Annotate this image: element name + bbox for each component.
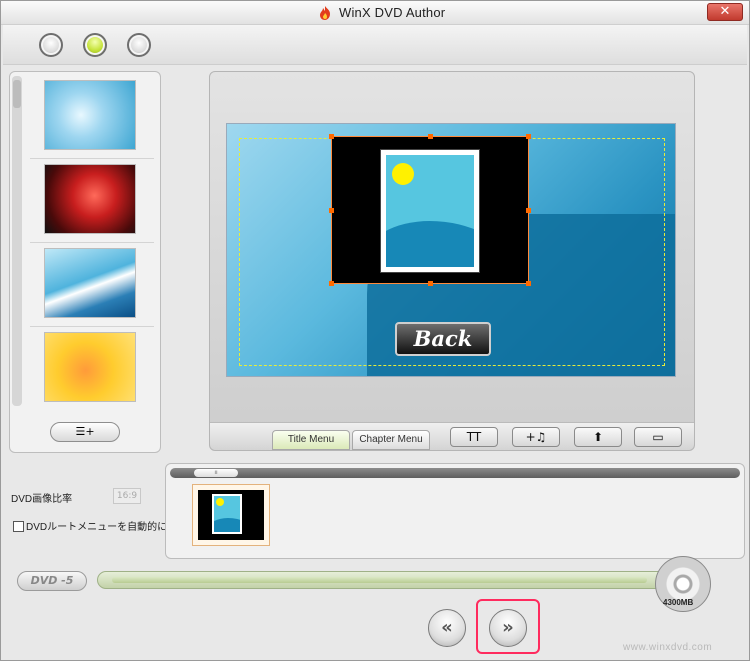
music-icon: +♫ bbox=[525, 430, 547, 444]
toolbar-strip bbox=[3, 25, 747, 65]
title-thumbnail-frame[interactable] bbox=[329, 134, 531, 286]
text-tool-button[interactable]: TT bbox=[450, 427, 498, 447]
image-placeholder-icon bbox=[380, 149, 480, 273]
watermark: www.winxdvd.com bbox=[623, 642, 713, 653]
sidebar-scrollbar[interactable] bbox=[12, 76, 22, 406]
sidebar-scroll-thumb[interactable] bbox=[13, 80, 21, 108]
resize-handle[interactable] bbox=[526, 134, 531, 139]
clip-preview bbox=[198, 490, 264, 540]
flame-logo-icon bbox=[320, 6, 330, 20]
menu-canvas[interactable]: Back bbox=[226, 123, 676, 377]
hill-icon bbox=[214, 518, 240, 532]
add-list-icon: ☰+ bbox=[75, 425, 95, 438]
sun-icon bbox=[392, 163, 414, 185]
window-title: WinX DVD Author bbox=[339, 5, 446, 20]
capacity-bar bbox=[97, 571, 677, 589]
step-1-button[interactable] bbox=[39, 33, 63, 57]
double-chevron-left-icon: « bbox=[441, 617, 453, 638]
add-background-button[interactable]: ☰+ bbox=[50, 422, 120, 442]
step-2-button[interactable] bbox=[83, 33, 107, 57]
title-timeline: ıı bbox=[165, 463, 745, 559]
arrow-up-icon: ⬆ bbox=[592, 430, 604, 444]
menu-tab-bar: Title Menu Chapter Menu TT +♫ ⬆ ▭ bbox=[210, 422, 694, 450]
capacity-fill bbox=[112, 577, 647, 583]
text-icon: TT bbox=[466, 430, 482, 444]
close-button[interactable]: ✕ bbox=[707, 3, 743, 21]
sun-icon bbox=[216, 498, 224, 506]
auto-root-menu-checkbox[interactable] bbox=[13, 521, 24, 532]
aspect-ratio-label: DVD画像比率 bbox=[11, 494, 73, 505]
title-bar: WinX DVD Author ✕ bbox=[1, 1, 749, 25]
keyboard-button[interactable]: ▭ bbox=[634, 427, 682, 447]
resize-handle[interactable] bbox=[428, 134, 433, 139]
resize-handle[interactable] bbox=[329, 208, 334, 213]
tab-title-menu[interactable]: Title Menu bbox=[272, 430, 350, 450]
image-placeholder-icon bbox=[212, 494, 242, 534]
timeline-scrollbar[interactable]: ıı bbox=[170, 468, 740, 478]
bg-thumb-blue-sparkle[interactable] bbox=[44, 80, 136, 150]
previous-step-button[interactable]: « bbox=[428, 609, 466, 647]
tab-chapter-menu[interactable]: Chapter Menu bbox=[352, 430, 430, 450]
move-up-button[interactable]: ⬆ bbox=[574, 427, 622, 447]
back-menu-button[interactable]: Back bbox=[395, 322, 491, 356]
background-sidebar: ☰+ bbox=[9, 71, 161, 453]
step-3-button[interactable] bbox=[127, 33, 151, 57]
placeholder-picture bbox=[386, 155, 474, 267]
resize-handle[interactable] bbox=[526, 208, 531, 213]
divider bbox=[30, 158, 154, 159]
close-icon: ✕ bbox=[719, 4, 731, 19]
title-clip-thumbnail[interactable] bbox=[192, 484, 270, 546]
resize-handle[interactable] bbox=[329, 281, 334, 286]
bg-thumb-yellow-flowers[interactable] bbox=[44, 332, 136, 402]
resize-handle[interactable] bbox=[428, 281, 433, 286]
divider bbox=[30, 326, 154, 327]
add-music-button[interactable]: +♫ bbox=[512, 427, 560, 447]
disc-type-badge[interactable]: DVD -5 bbox=[17, 571, 87, 591]
hill-icon bbox=[386, 221, 474, 267]
keyboard-icon: ▭ bbox=[652, 430, 664, 444]
aspect-ratio-select[interactable]: 16:9 bbox=[113, 488, 141, 504]
resize-handle[interactable] bbox=[329, 134, 334, 139]
next-button-highlight bbox=[476, 599, 540, 654]
timeline-scroll-thumb[interactable]: ıı bbox=[194, 469, 238, 477]
divider bbox=[30, 242, 154, 243]
menu-preview-panel: Back Title Menu Chapter Menu TT +♫ ⬆ ▭ bbox=[209, 71, 695, 451]
capacity-label: 4300MB bbox=[663, 598, 694, 607]
bg-thumb-red-roses[interactable] bbox=[44, 164, 136, 234]
resize-handle[interactable] bbox=[526, 281, 531, 286]
bg-thumb-blue-waves[interactable] bbox=[44, 248, 136, 318]
app-window: WinX DVD Author ✕ ☰+ Back Title Menu Cha… bbox=[0, 0, 750, 661]
